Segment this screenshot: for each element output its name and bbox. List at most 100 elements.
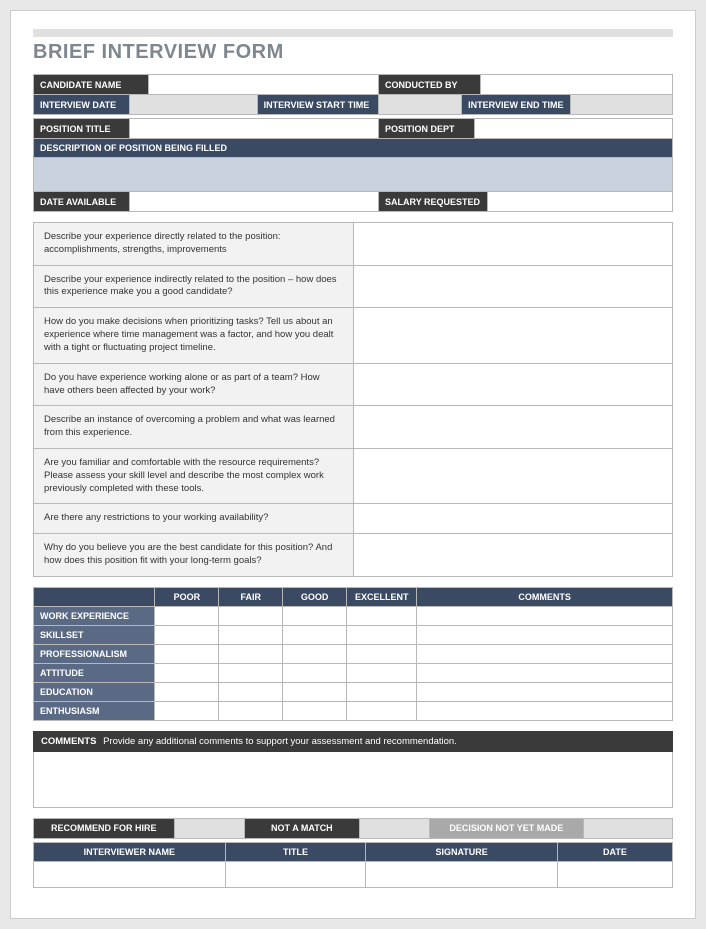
ratings-corner xyxy=(34,587,155,606)
rating-cell[interactable] xyxy=(283,663,347,682)
comments-field[interactable] xyxy=(33,752,673,808)
rating-cell[interactable] xyxy=(417,701,673,720)
interview-date-label: INTERVIEW DATE xyxy=(34,95,130,115)
description-section: DESCRIPTION OF POSITION BEING FILLED xyxy=(33,138,673,192)
answer-field[interactable] xyxy=(353,308,673,363)
rating-col-header: GOOD xyxy=(283,587,347,606)
page: BRIEF INTERVIEW FORM CANDIDATE NAME COND… xyxy=(10,10,696,919)
question-text: Do you have experience working alone or … xyxy=(34,363,354,406)
question-text: Are there any restrictions to your worki… xyxy=(34,504,354,534)
answer-field[interactable] xyxy=(353,363,673,406)
answer-field[interactable] xyxy=(353,223,673,266)
decision-row: RECOMMEND FOR HIRE NOT A MATCH DECISION … xyxy=(33,818,673,839)
rating-cell[interactable] xyxy=(219,625,283,644)
not-match-field[interactable] xyxy=(359,818,429,838)
header-row-5: DATE AVAILABLE SALARY REQUESTED xyxy=(33,191,673,212)
rating-cell[interactable] xyxy=(417,682,673,701)
not-yet-field[interactable] xyxy=(583,818,672,838)
rating-cell[interactable] xyxy=(155,606,219,625)
rating-cell[interactable] xyxy=(347,663,417,682)
rating-cell[interactable] xyxy=(155,682,219,701)
description-field[interactable] xyxy=(34,158,673,192)
rating-cell[interactable] xyxy=(155,644,219,663)
candidate-name-field[interactable] xyxy=(149,75,379,95)
salary-requested-field[interactable] xyxy=(487,192,672,212)
rating-row-label: SKILLSET xyxy=(34,625,155,644)
interviewer-name-field[interactable] xyxy=(34,861,226,887)
rating-cell[interactable] xyxy=(219,701,283,720)
rating-cell[interactable] xyxy=(219,606,283,625)
question-text: Describe an instance of overcoming a pro… xyxy=(34,406,354,449)
rating-cell[interactable] xyxy=(155,701,219,720)
position-title-label: POSITION TITLE xyxy=(34,119,130,139)
signature-label: SIGNATURE xyxy=(366,842,558,861)
rating-cell[interactable] xyxy=(347,644,417,663)
rating-cell[interactable] xyxy=(347,682,417,701)
position-title-field[interactable] xyxy=(129,119,378,139)
answer-field[interactable] xyxy=(353,534,673,577)
sig-date-label: DATE xyxy=(557,842,672,861)
rating-cell[interactable] xyxy=(417,644,673,663)
candidate-name-label: CANDIDATE NAME xyxy=(34,75,149,95)
title-band: BRIEF INTERVIEW FORM xyxy=(33,29,673,66)
rating-cell[interactable] xyxy=(283,606,347,625)
question-text: Are you familiar and comfortable with th… xyxy=(34,448,354,503)
interview-start-label: INTERVIEW START TIME xyxy=(257,95,378,115)
interview-start-field[interactable] xyxy=(379,95,462,115)
rating-row-label: WORK EXPERIENCE xyxy=(34,606,155,625)
rating-cell[interactable] xyxy=(219,644,283,663)
rating-cell[interactable] xyxy=(219,682,283,701)
rating-col-header: EXCELLENT xyxy=(347,587,417,606)
header-row-3: POSITION TITLE POSITION DEPT xyxy=(33,118,673,139)
comments-bar: COMMENTS Provide any additional comments… xyxy=(33,731,673,752)
rating-cell[interactable] xyxy=(283,701,347,720)
conducted-by-label: CONDUCTED BY xyxy=(379,75,481,95)
not-yet-label: DECISION NOT YET MADE xyxy=(430,818,583,838)
conducted-by-field[interactable] xyxy=(481,75,673,95)
rating-cell[interactable] xyxy=(219,663,283,682)
interview-end-field[interactable] xyxy=(570,95,672,115)
question-text: How do you make decisions when prioritiz… xyxy=(34,308,354,363)
rating-cell[interactable] xyxy=(417,625,673,644)
rating-cell[interactable] xyxy=(417,606,673,625)
recommend-field[interactable] xyxy=(174,818,244,838)
interviewer-name-label: INTERVIEWER NAME xyxy=(34,842,226,861)
answer-field[interactable] xyxy=(353,265,673,308)
position-dept-label: POSITION DEPT xyxy=(379,119,475,139)
position-dept-field[interactable] xyxy=(474,119,672,139)
rating-col-header: POOR xyxy=(155,587,219,606)
signature-field[interactable] xyxy=(366,861,558,887)
question-text: Describe your experience indirectly rela… xyxy=(34,265,354,308)
answer-field[interactable] xyxy=(353,504,673,534)
rating-cell[interactable] xyxy=(417,663,673,682)
rating-cell[interactable] xyxy=(347,625,417,644)
header-row-2: INTERVIEW DATE INTERVIEW START TIME INTE… xyxy=(33,94,673,115)
salary-requested-label: SALARY REQUESTED xyxy=(379,192,488,212)
rating-cell[interactable] xyxy=(347,701,417,720)
signature-table: INTERVIEWER NAME TITLE SIGNATURE DATE xyxy=(33,842,673,888)
rating-row-label: ATTITUDE xyxy=(34,663,155,682)
not-match-label: NOT A MATCH xyxy=(244,818,359,838)
description-label: DESCRIPTION OF POSITION BEING FILLED xyxy=(34,139,673,158)
sig-title-field[interactable] xyxy=(225,861,366,887)
interview-end-label: INTERVIEW END TIME xyxy=(462,95,571,115)
rating-cell[interactable] xyxy=(283,644,347,663)
recommend-label: RECOMMEND FOR HIRE xyxy=(34,818,175,838)
rating-cell[interactable] xyxy=(283,625,347,644)
interview-date-field[interactable] xyxy=(129,95,257,115)
header-row-1: CANDIDATE NAME CONDUCTED BY xyxy=(33,74,673,95)
sig-title-label: TITLE xyxy=(225,842,366,861)
rating-cell[interactable] xyxy=(347,606,417,625)
answer-field[interactable] xyxy=(353,448,673,503)
rating-cell[interactable] xyxy=(155,663,219,682)
rating-cell[interactable] xyxy=(283,682,347,701)
sig-date-field[interactable] xyxy=(557,861,672,887)
date-available-field[interactable] xyxy=(129,192,378,212)
questions-table: Describe your experience directly relate… xyxy=(33,222,673,577)
answer-field[interactable] xyxy=(353,406,673,449)
rating-col-header: FAIR xyxy=(219,587,283,606)
question-text: Why do you believe you are the best cand… xyxy=(34,534,354,577)
rating-col-header: COMMENTS xyxy=(417,587,673,606)
rating-row-label: PROFESSIONALISM xyxy=(34,644,155,663)
rating-cell[interactable] xyxy=(155,625,219,644)
